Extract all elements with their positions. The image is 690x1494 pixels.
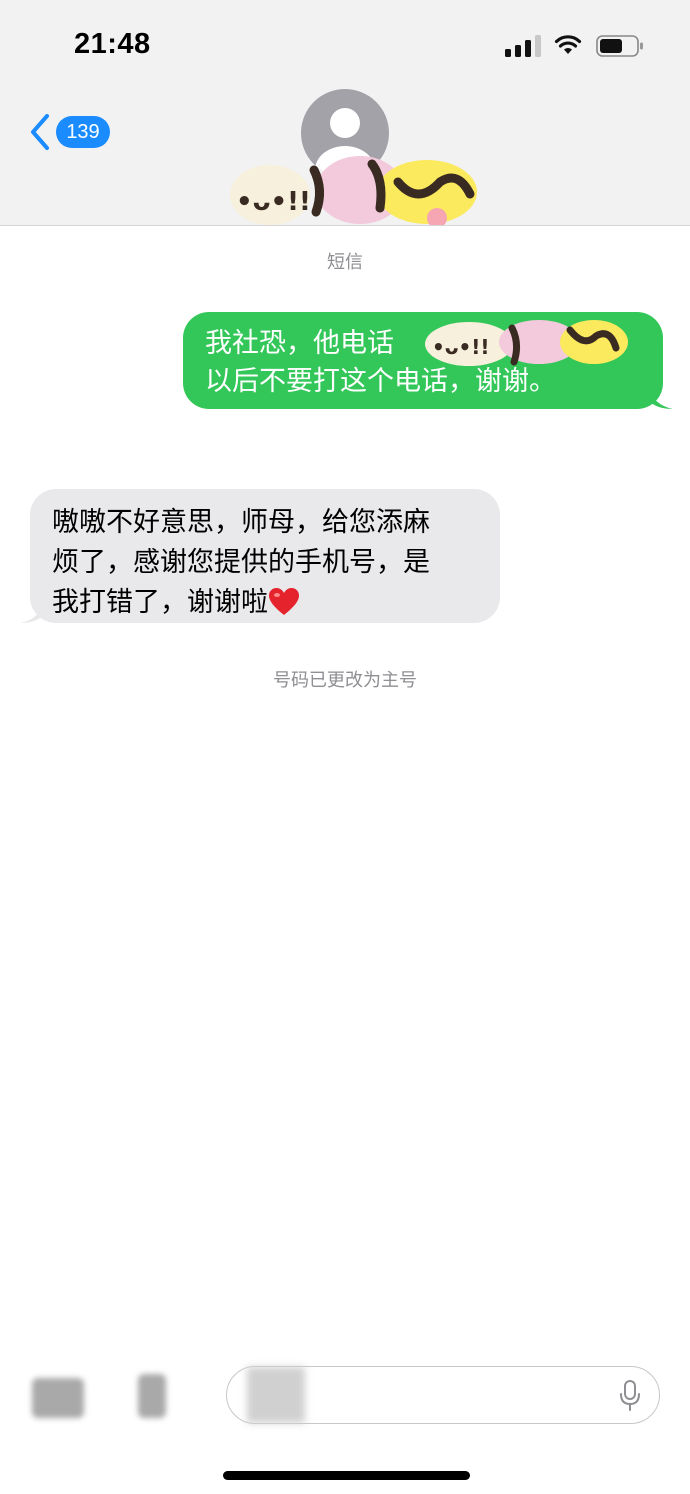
camera-icon[interactable] <box>32 1378 84 1418</box>
bubble-tail <box>20 601 44 623</box>
back-button[interactable]: 139 <box>28 112 110 152</box>
conversation-header: 21:48 139 •ᴗ•!! <box>0 0 690 226</box>
service-label: 短信 <box>327 252 363 273</box>
received-message-line-3-text: 我打错了，谢谢啦 <box>52 587 268 618</box>
sent-message-line-2: 以后不要打这个电话，谢谢。 <box>205 366 556 397</box>
red-heart-icon <box>269 588 299 615</box>
svg-text:•ᴗ•!!: •ᴗ•!! <box>236 187 311 217</box>
system-note: 号码已更改为主号 <box>273 670 417 691</box>
svg-text:•ᴗ•!!: •ᴗ•!! <box>432 335 490 359</box>
battery-icon <box>596 35 643 57</box>
received-message-line-3: 我打错了，谢谢啦 <box>52 583 480 623</box>
phone-number-redaction-sticker: •ᴗ•!! <box>425 320 628 366</box>
cellular-signal-icon <box>505 35 541 57</box>
chevron-left-icon <box>31 114 49 150</box>
home-indicator[interactable] <box>223 1471 470 1480</box>
bubble-tail <box>649 387 673 409</box>
wifi-icon <box>554 35 582 54</box>
apps-icon[interactable] <box>138 1374 166 1418</box>
message-input[interactable] <box>226 1366 660 1424</box>
received-message-line-2: 烦了，感谢您提供的手机号，是 <box>52 547 430 578</box>
contact-name-redaction-sticker: •ᴗ•!! <box>230 156 477 225</box>
input-redaction-blur <box>247 1367 305 1423</box>
received-message-bubble[interactable]: 嗷嗷不好意思，师母，给您添麻 烦了，感谢您提供的手机号，是 我打错了，谢谢啦 <box>20 489 500 623</box>
received-message-line-1: 嗷嗷不好意思，师母，给您添麻 <box>52 507 430 538</box>
unread-count-badge: 139 <box>56 116 110 148</box>
microphone-icon[interactable] <box>619 1380 641 1412</box>
status-time: 21:48 <box>74 28 151 60</box>
